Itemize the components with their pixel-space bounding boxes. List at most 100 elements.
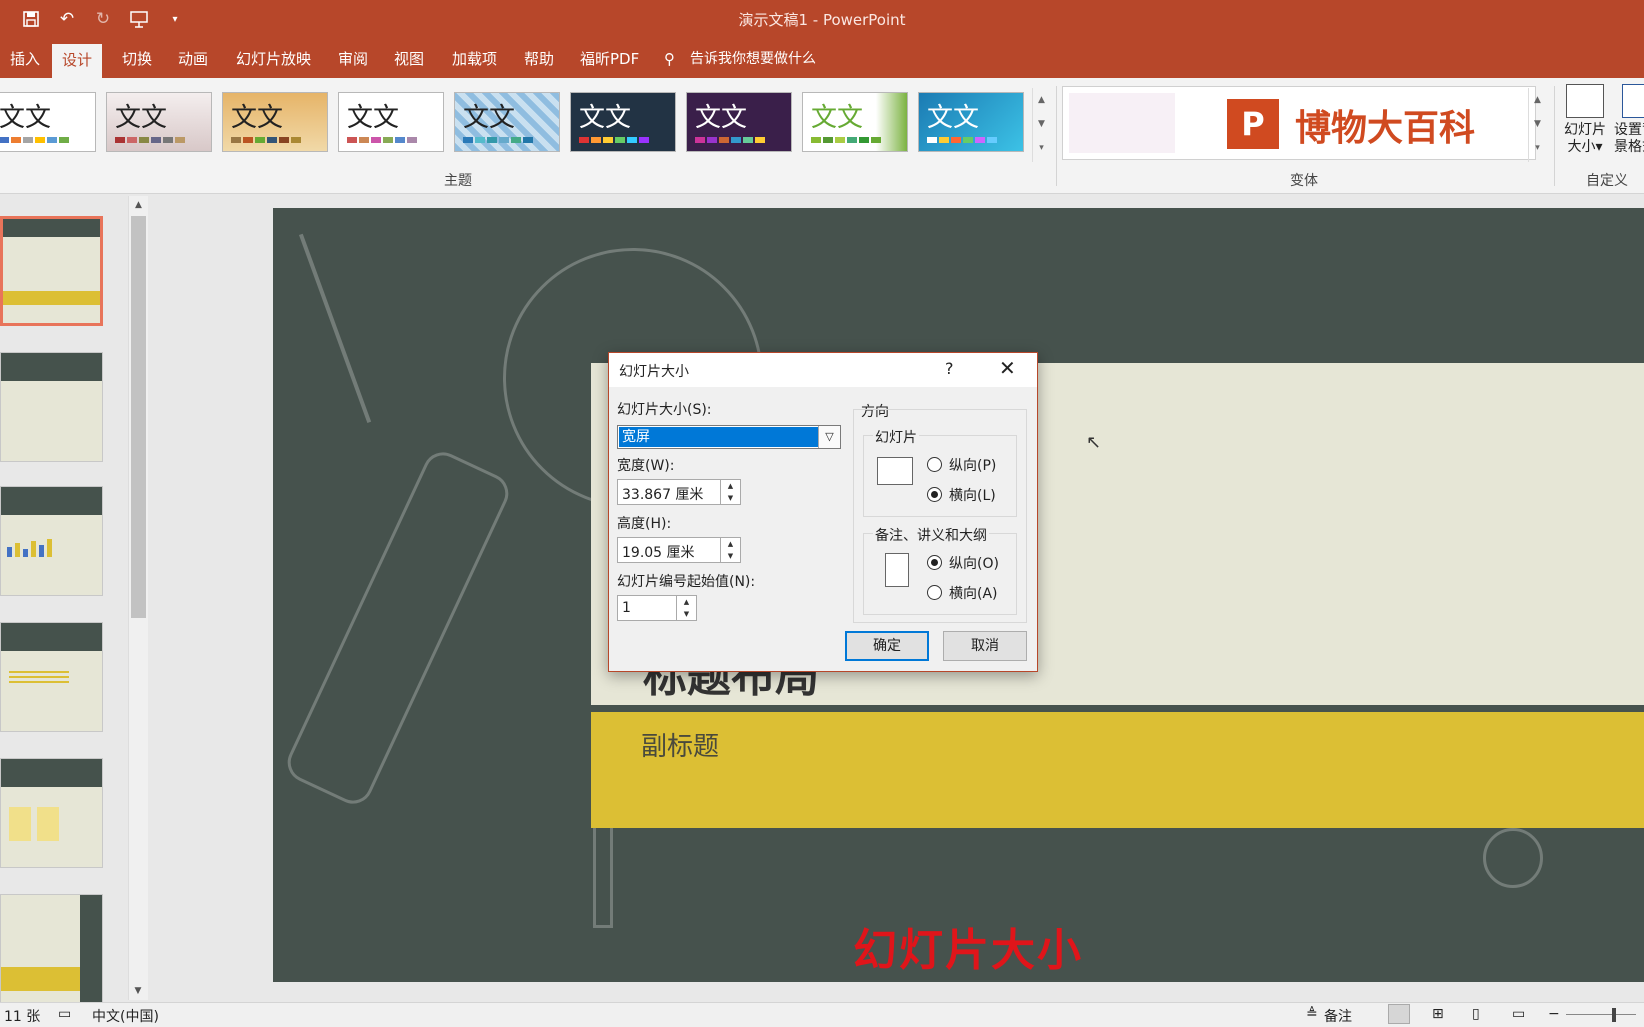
gallery-more-icon[interactable]: ▾ <box>1033 136 1050 160</box>
thumbnail-scrollbar[interactable]: ▲ ▼ <box>128 196 148 1000</box>
spin-up-icon[interactable]: ▲ <box>677 596 696 608</box>
spin-down-icon[interactable]: ▼ <box>721 492 740 504</box>
theme-thumbnail[interactable]: 文文 <box>570 92 676 152</box>
format-background-button[interactable]: 设置背 景格式 <box>1610 84 1644 156</box>
format-background-label: 设置背 景格式 <box>1614 122 1644 155</box>
scroll-up-icon[interactable]: ▲ <box>129 196 148 214</box>
slide-thumbnail[interactable] <box>0 486 103 596</box>
help-icon[interactable]: ? <box>945 359 954 378</box>
start-number-value: 1 <box>622 600 631 616</box>
divider <box>1056 86 1057 186</box>
scroll-up-icon[interactable]: ▲ <box>1033 88 1050 112</box>
tab-foxit-pdf[interactable]: 福昕PDF <box>570 40 649 78</box>
spin-up-icon[interactable]: ▲ <box>721 538 740 550</box>
notes-group-label: 备注、讲义和大纲 <box>873 525 989 545</box>
close-icon[interactable]: ✕ <box>999 356 1016 380</box>
slide-subtitle[interactable]: 副标题 <box>641 726 719 763</box>
zoom-slider-thumb[interactable] <box>1612 1008 1616 1022</box>
spin-down-icon[interactable]: ▼ <box>721 550 740 562</box>
chevron-down-icon[interactable]: ▽ <box>818 426 840 448</box>
start-number-field[interactable]: 1 ▲ ▼ <box>617 595 697 621</box>
notes-landscape-label[interactable]: 横向(A) <box>949 583 998 603</box>
overlay-caption: 幻灯片大小 <box>853 925 1083 976</box>
slide-thumbnail[interactable] <box>0 758 103 868</box>
tab-animations[interactable]: 动画 <box>168 40 218 78</box>
tell-me-search[interactable]: 告诉我你想要做什么 <box>690 40 816 78</box>
height-field[interactable]: 19.05 厘米 ▲ ▼ <box>617 537 741 563</box>
window-title: 演示文稿1 - PowerPoint <box>738 11 906 29</box>
theme-thumbnail[interactable]: 文文 <box>222 92 328 152</box>
tab-design[interactable]: 设计 <box>52 44 103 78</box>
normal-view-icon[interactable] <box>1388 1004 1410 1024</box>
tab-insert[interactable]: 插入 <box>0 40 50 78</box>
subtitle-placeholder[interactable] <box>591 712 1644 828</box>
cancel-button[interactable]: 取消 <box>943 631 1027 661</box>
zoom-out-icon[interactable]: − <box>1548 1006 1560 1022</box>
width-field[interactable]: 33.867 厘米 ▲ ▼ <box>617 479 741 505</box>
slide-size-button[interactable]: 幻灯片 大小▾ <box>1560 84 1610 156</box>
ok-button[interactable]: 确定 <box>845 631 929 661</box>
status-bar: 11 张 ▭ 中文(中国) ≜ 备注 ⊞ ▯ ▭ − <box>0 1002 1644 1027</box>
scrollbar-thumb[interactable] <box>131 216 146 618</box>
tab-slideshow[interactable]: 幻灯片放映 <box>226 40 321 78</box>
gallery-more-icon[interactable]: ▾ <box>1529 136 1546 160</box>
variants-gallery[interactable]: P 博物大百科 <box>1062 86 1536 160</box>
scroll-down-icon[interactable]: ▼ <box>1529 112 1546 136</box>
theme-thumbnail[interactable]: 文文 <box>106 92 212 152</box>
tab-review[interactable]: 审阅 <box>328 40 378 78</box>
portrait-radio[interactable] <box>927 457 942 472</box>
spin-up-icon[interactable]: ▲ <box>721 480 740 492</box>
spellcheck-icon[interactable]: ▭ <box>58 1006 71 1022</box>
tab-transitions[interactable]: 切换 <box>112 40 162 78</box>
theme-thumbnail[interactable]: 文文 <box>802 92 908 152</box>
chalk-line <box>298 233 374 423</box>
slide-thumbnail[interactable] <box>0 216 103 326</box>
slideshow-icon[interactable]: ▭ <box>1512 1006 1525 1022</box>
variant-gallery-scroll[interactable]: ▲ ▼ ▾ <box>1528 88 1546 162</box>
tab-help[interactable]: 帮助 <box>514 40 564 78</box>
powerpoint-logo: P <box>1227 99 1279 149</box>
slide-size-dialog: 幻灯片大小 ? ✕ 幻灯片大小(S): 宽屏 ▽ 宽度(W): 33.867 厘… <box>608 352 1038 672</box>
theme-thumbnail[interactable]: 文文 <box>918 92 1024 152</box>
scroll-up-icon[interactable]: ▲ <box>1529 88 1546 112</box>
scroll-down-icon[interactable]: ▼ <box>1033 112 1050 136</box>
landscape-label[interactable]: 横向(L) <box>949 485 996 505</box>
percent-sketch <box>1483 828 1543 888</box>
microscope-sketch <box>281 445 515 811</box>
reading-view-icon[interactable]: ▯ <box>1472 1006 1480 1022</box>
notes-portrait-radio[interactable] <box>927 555 942 570</box>
customize-group-label: 自定义 <box>1586 173 1628 189</box>
landscape-radio[interactable] <box>927 487 942 502</box>
tab-view[interactable]: 视图 <box>384 40 434 78</box>
theme-thumbnail[interactable]: 文文 <box>338 92 444 152</box>
portrait-label[interactable]: 纵向(P) <box>949 455 996 475</box>
spin-down-icon[interactable]: ▼ <box>677 608 696 620</box>
notes-icon[interactable]: ≜ <box>1306 1006 1318 1022</box>
notes-toggle[interactable]: 备注 <box>1324 1006 1352 1026</box>
height-value: 19.05 厘米 <box>622 545 695 561</box>
language-indicator[interactable]: 中文(中国) <box>92 1006 159 1026</box>
slide-thumbnail[interactable] <box>0 352 103 462</box>
slide-size-icon <box>1566 84 1604 118</box>
theme-thumbnail[interactable]: 文文 <box>686 92 792 152</box>
notes-landscape-radio[interactable] <box>927 585 942 600</box>
watermark-brand: 博物大百科 <box>1295 108 1476 149</box>
theme-thumbnail[interactable]: 文文 <box>0 92 96 152</box>
zoom-slider[interactable] <box>1566 1014 1636 1015</box>
theme-gallery-scroll[interactable]: ▲ ▼ ▾ <box>1032 88 1050 162</box>
slide-thumbnail[interactable] <box>0 894 103 1004</box>
landscape-page-icon <box>877 457 913 485</box>
slide-size-label: 幻灯片 大小▾ <box>1564 122 1606 155</box>
slide-thumbnail[interactable] <box>0 622 103 732</box>
slides-group-label: 幻灯片 <box>873 427 919 447</box>
height-label: 高度(H): <box>617 516 672 532</box>
scroll-down-icon[interactable]: ▼ <box>129 982 147 1000</box>
themes-group-label: 主题 <box>444 173 472 189</box>
slide-sorter-icon[interactable]: ⊞ <box>1432 1006 1444 1022</box>
notes-portrait-label[interactable]: 纵向(O) <box>949 553 999 573</box>
tab-addins[interactable]: 加载项 <box>442 40 507 78</box>
theme-thumbnail[interactable]: 文文 <box>454 92 560 152</box>
lightbulb-icon: ⚲ <box>664 50 675 68</box>
variant-thumbnail[interactable] <box>1069 93 1175 153</box>
slide-size-select[interactable]: 宽屏 ▽ <box>617 425 841 449</box>
